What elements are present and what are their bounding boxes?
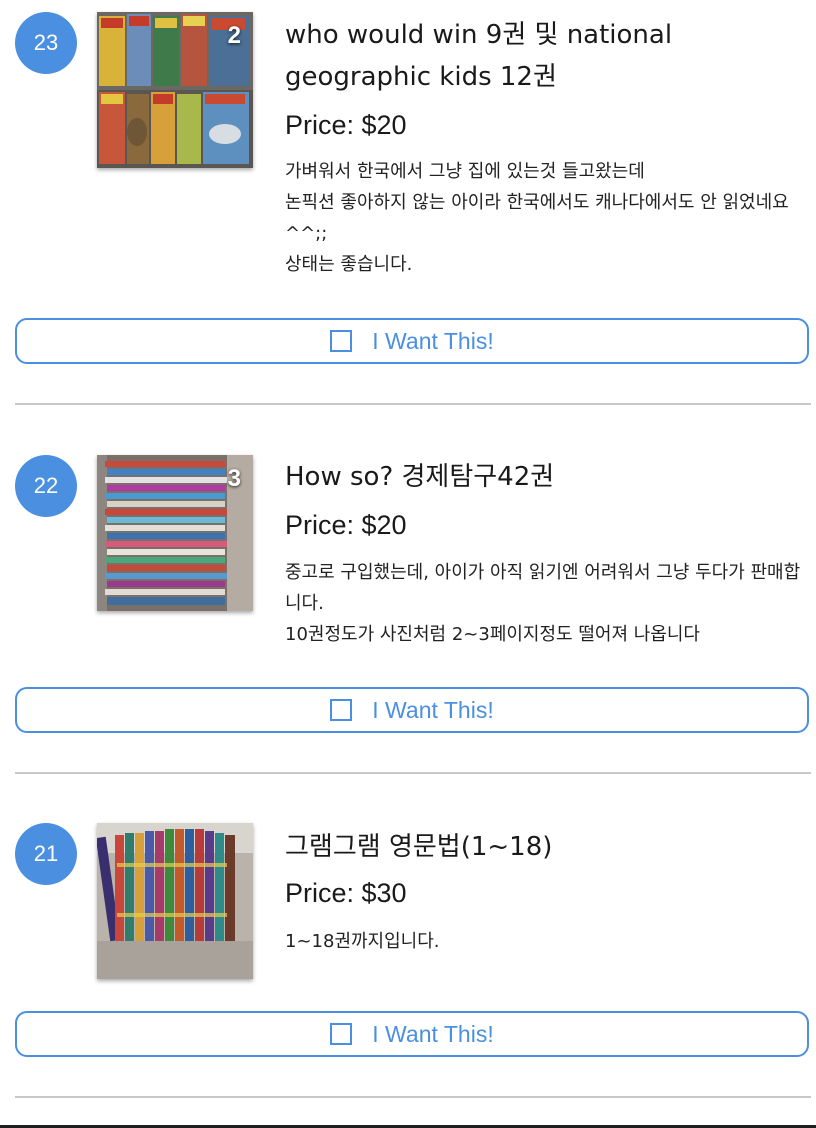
item-title: 그램그램 영문법(1~18) <box>285 832 553 862</box>
item-title: How so? 경제탐구42권 <box>285 462 555 492</box>
want-this-label: I Want This! <box>372 696 494 723</box>
photo-count: 2 <box>227 22 241 49</box>
checkbox-icon[interactable] <box>330 330 353 352</box>
want-this-button[interactable]: I Want This! <box>15 318 809 364</box>
item-number: 23 <box>33 30 59 55</box>
item-description: 가벼워서 한국에서 그냥 집에 있는것 들고왔는데 논픽션 좋아하지 않는 아이… <box>285 161 789 275</box>
item-description: 중고로 구입했는데, 아이가 아직 읽기엔 어려워서 그냥 두다가 판매합니다.… <box>285 562 801 645</box>
item-price: Price: $30 <box>285 878 407 908</box>
want-this-label: I Want This! <box>372 327 494 354</box>
divider <box>15 772 811 774</box>
divider <box>15 1096 811 1098</box>
item-photo[interactable] <box>97 823 253 979</box>
books-photo-image <box>97 823 253 979</box>
item-title: who would win 9권 및 national geographic k… <box>285 20 673 92</box>
want-this-button[interactable]: I Want This! <box>15 1011 809 1057</box>
item-number-badge: 23 <box>15 12 77 74</box>
item-number: 22 <box>33 473 59 498</box>
checkbox-icon[interactable] <box>330 1023 353 1045</box>
photo-count: 3 <box>227 465 241 492</box>
item-number-badge: 22 <box>15 455 77 517</box>
item-description: 1~18권까지입니다. <box>285 931 440 952</box>
checkbox-icon[interactable] <box>330 699 353 721</box>
item-photo[interactable]: 3 <box>97 455 253 611</box>
item-price: Price: $20 <box>285 110 407 140</box>
want-this-button[interactable]: I Want This! <box>15 687 809 733</box>
item-number-badge: 21 <box>15 823 77 885</box>
divider <box>15 403 811 405</box>
item-photo[interactable]: 2 <box>97 12 253 168</box>
item-price: Price: $20 <box>285 510 407 540</box>
item-number: 21 <box>33 841 59 866</box>
listing-feed: 23 2 who would win 9권 및 national geograp… <box>0 0 816 1128</box>
want-this-label: I Want This! <box>372 1020 494 1047</box>
